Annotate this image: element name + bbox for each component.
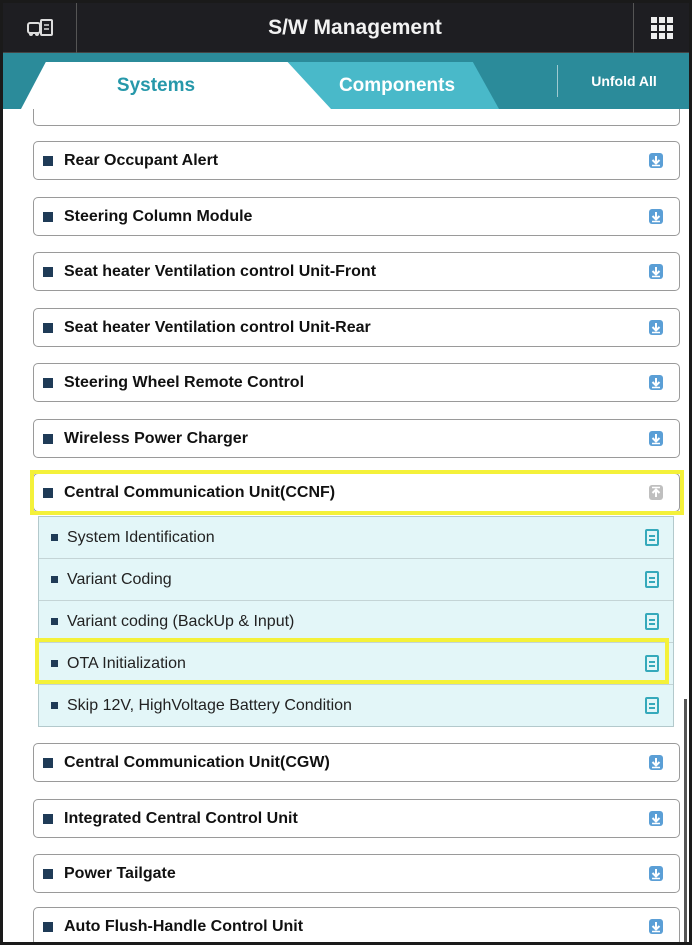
document-icon[interactable]	[645, 571, 659, 588]
document-icon[interactable]	[645, 697, 659, 714]
submenu-item-label: System Identification	[67, 529, 215, 546]
expand-download-icon[interactable]	[649, 209, 663, 224]
unfold-all-button[interactable]: Unfold All	[559, 53, 689, 109]
system-item-power-tailgate[interactable]: Power Tailgate	[33, 854, 680, 893]
system-item-rear-occupant-alert[interactable]: Rear Occupant Alert	[33, 141, 680, 180]
expand-download-icon[interactable]	[649, 264, 663, 279]
system-item-integrated-central-control[interactable]: Integrated Central Control Unit	[33, 799, 680, 838]
tab-systems[interactable]: Systems	[21, 62, 331, 109]
document-icon[interactable]	[645, 529, 659, 546]
submenu-item-system-identification[interactable]: System Identification	[39, 517, 673, 559]
page-title: S/W Management	[268, 16, 442, 39]
bullet-icon	[43, 922, 53, 932]
ccnf-submenu: System Identification Variant Coding Var…	[38, 516, 674, 727]
expand-download-icon[interactable]	[649, 919, 663, 934]
system-item-seat-heater-front[interactable]: Seat heater Ventilation control Unit-Fro…	[33, 252, 680, 291]
document-icon[interactable]	[645, 613, 659, 630]
bullet-icon	[43, 814, 53, 824]
system-item-label: Integrated Central Control Unit	[64, 810, 298, 827]
system-item-label: Seat heater Ventilation control Unit-Fro…	[64, 263, 377, 280]
tab-bar: Components Systems Unfold All	[3, 53, 689, 109]
expand-download-icon[interactable]	[649, 431, 663, 446]
system-item-steering-column-module[interactable]: Steering Column Module	[33, 197, 680, 236]
system-item-label: Steering Wheel Remote Control	[64, 374, 305, 391]
system-item-cgw[interactable]: Central Communication Unit(CGW)	[33, 743, 680, 782]
submenu-item-variant-coding-backup[interactable]: Variant coding (BackUp & Input)	[39, 601, 673, 643]
grid-menu-icon	[650, 17, 673, 39]
expand-download-icon[interactable]	[649, 866, 663, 881]
bullet-icon	[43, 758, 53, 768]
system-item-partial[interactable]	[33, 109, 680, 126]
highlight-box-ota	[35, 638, 669, 684]
tab-systems-label: Systems	[116, 75, 196, 96]
submenu-item-label: Variant Coding	[67, 571, 172, 588]
submenu-item-label: Variant coding (BackUp & Input)	[67, 613, 295, 630]
bullet-icon	[43, 378, 53, 388]
scrollbar[interactable]	[684, 699, 687, 942]
system-item-seat-heater-rear[interactable]: Seat heater Ventilation control Unit-Rea…	[33, 308, 680, 347]
system-item-steering-wheel-remote[interactable]: Steering Wheel Remote Control	[33, 363, 680, 402]
bullet-icon	[51, 534, 58, 541]
system-item-wireless-power-charger[interactable]: Wireless Power Charger	[33, 419, 680, 458]
expand-download-icon[interactable]	[649, 153, 663, 168]
system-item-label: Steering Column Module	[64, 208, 253, 225]
bullet-icon	[43, 212, 53, 222]
bullet-icon	[43, 267, 53, 277]
app-window: S/W Management Components Systems Unfold…	[0, 0, 692, 945]
system-item-label: Central Communication Unit(CGW)	[64, 754, 330, 771]
system-item-label: Wireless Power Charger	[64, 430, 248, 447]
expand-download-icon[interactable]	[649, 320, 663, 335]
submenu-item-skip-12v[interactable]: Skip 12V, HighVoltage Battery Condition	[39, 685, 673, 727]
highlight-box-ccnf	[30, 470, 684, 515]
system-item-label: Auto Flush-Handle Control Unit	[64, 918, 304, 935]
bullet-icon	[51, 618, 58, 625]
expand-download-icon[interactable]	[649, 811, 663, 826]
system-item-label: Power Tailgate	[64, 865, 176, 882]
bullet-icon	[51, 576, 58, 583]
system-item-label: Rear Occupant Alert	[64, 152, 219, 169]
submenu-item-label: Skip 12V, HighVoltage Battery Condition	[67, 697, 352, 714]
vehicle-diagnostics-icon	[26, 19, 53, 36]
systems-list: Rear Occupant Alert Steering Column Modu…	[3, 109, 689, 942]
vehicle-diagnostics-button[interactable]	[3, 3, 77, 53]
tab-components-label: Components	[338, 75, 456, 96]
bullet-icon	[51, 702, 58, 709]
system-item-auto-flush-handle[interactable]: Auto Flush-Handle Control Unit	[33, 907, 680, 942]
expand-download-icon[interactable]	[649, 755, 663, 770]
submenu-item-variant-coding[interactable]: Variant Coding	[39, 559, 673, 601]
bullet-icon	[43, 156, 53, 166]
bullet-icon	[43, 869, 53, 879]
bullet-icon	[43, 323, 53, 333]
grid-menu-button[interactable]	[633, 3, 689, 53]
system-item-label: Seat heater Ventilation control Unit-Rea…	[64, 319, 371, 336]
expand-download-icon[interactable]	[649, 375, 663, 390]
tab-divider	[557, 65, 558, 97]
bullet-icon	[43, 434, 53, 444]
title-bar: S/W Management	[3, 3, 689, 53]
